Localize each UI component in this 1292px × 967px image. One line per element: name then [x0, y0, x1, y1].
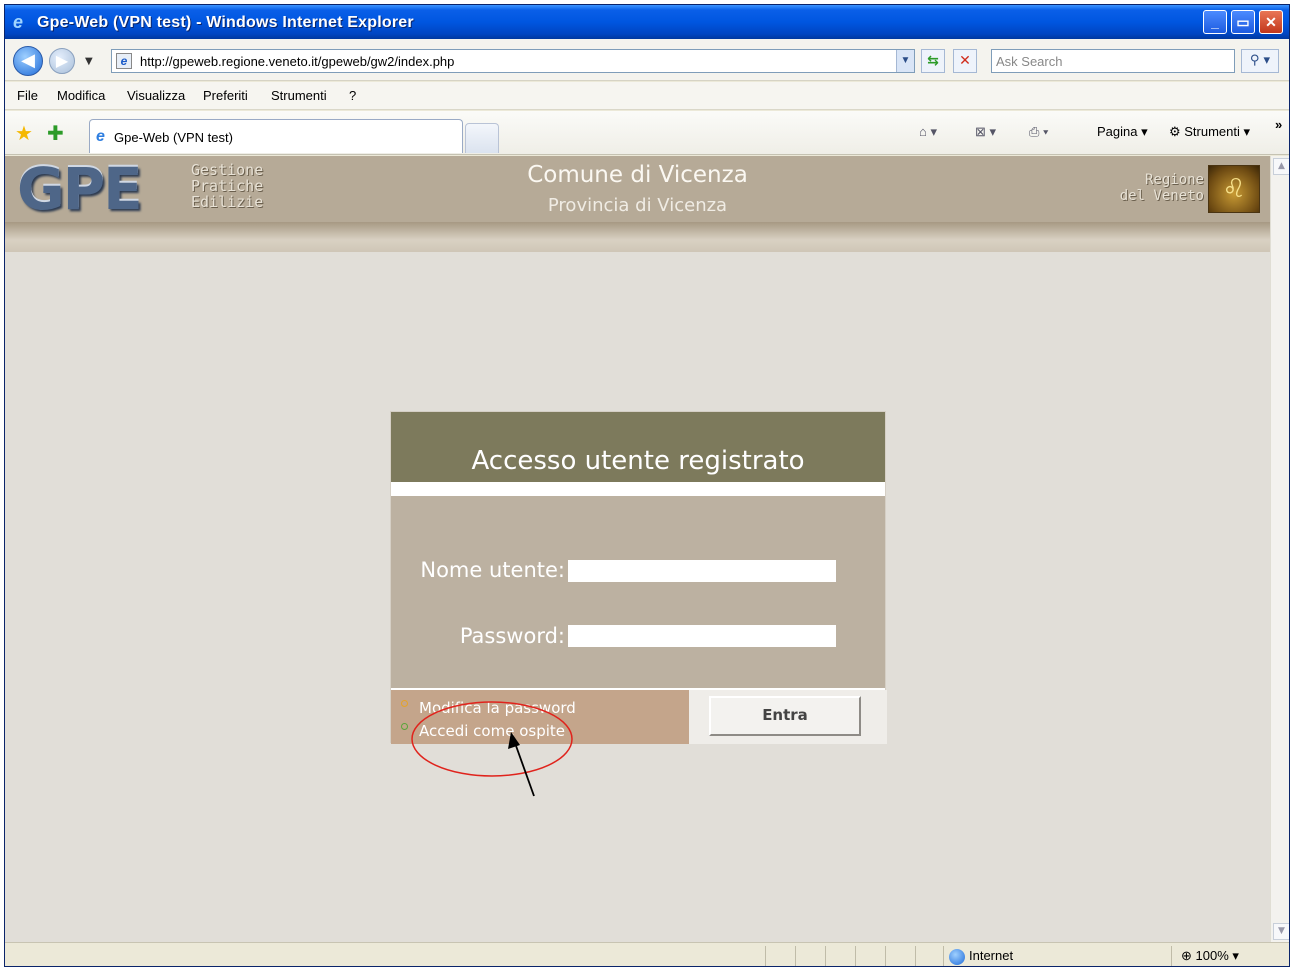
- regione-line: Regione: [1144, 172, 1204, 188]
- window-title: Gpe-Web (VPN test) - Windows Internet Ex…: [37, 14, 414, 31]
- veneto-lion-emblem-icon: ♌: [1208, 165, 1260, 213]
- globe-icon: [949, 948, 965, 965]
- login-panel: Accesso utente registrato Nome utente: P…: [390, 411, 887, 744]
- bullet-icon: [401, 700, 408, 707]
- menu-bar: File Modifica Visualizza Preferiti Strum…: [5, 82, 1289, 110]
- login-form: Nome utente: Password:: [391, 496, 885, 688]
- menu-help[interactable]: ?: [349, 88, 356, 103]
- refresh-button[interactable]: ⇆: [921, 49, 945, 73]
- change-password-link[interactable]: Modifica la password: [419, 699, 576, 717]
- add-favorite-icon[interactable]: ✚: [47, 121, 64, 146]
- maximize-button[interactable]: ▭: [1231, 10, 1255, 34]
- zoom-dropdown[interactable]: ▾: [1232, 948, 1239, 963]
- status-divider: [825, 946, 826, 966]
- close-button[interactable]: ✕: [1259, 10, 1283, 34]
- submit-area: Entra: [689, 690, 887, 744]
- zoom-level: 100%: [1195, 948, 1229, 963]
- username-input[interactable]: [568, 560, 836, 582]
- home-button[interactable]: ⌂ ▾: [919, 124, 937, 140]
- regione-logo-text: Regione del Veneto: [1120, 172, 1204, 204]
- minimize-button[interactable]: _: [1203, 10, 1227, 34]
- forward-button[interactable]: ▶: [49, 48, 75, 74]
- title-bar: e Gpe-Web (VPN test) - Windows Internet …: [5, 5, 1289, 39]
- back-button[interactable]: ◀: [13, 46, 43, 76]
- status-divider: [915, 946, 916, 966]
- status-divider: [943, 946, 944, 966]
- favorites-star-icon[interactable]: ★: [15, 121, 33, 146]
- password-input[interactable]: [568, 625, 836, 647]
- zoom-control[interactable]: ⊕ 100% ▾: [1181, 948, 1239, 964]
- login-submit-button[interactable]: Entra: [709, 696, 861, 736]
- menu-strumenti[interactable]: Strumenti: [271, 88, 327, 103]
- page-icon: e: [116, 53, 132, 69]
- address-bar[interactable]: e http://gpeweb.regione.veneto.it/gpeweb…: [111, 49, 915, 73]
- tab-bar: ★ ✚ e Gpe-Web (VPN test) ⌂ ▾ ⊠ ▾ ⎙ ▾ Pag…: [5, 111, 1289, 155]
- address-dropdown-button[interactable]: ▼: [896, 50, 914, 72]
- login-heading: Accesso utente registrato: [391, 412, 885, 482]
- regione-line: del Veneto: [1119, 188, 1204, 204]
- scroll-down-button[interactable]: ▼: [1273, 923, 1289, 940]
- login-footer: Modifica la password Accedi come ospite …: [391, 690, 887, 744]
- password-label: Password:: [459, 624, 565, 648]
- status-divider: [1171, 946, 1172, 966]
- new-tab-button[interactable]: [465, 123, 499, 153]
- status-divider: [765, 946, 766, 966]
- site-header: GPE Gestione Pratiche Edilizie Comune di…: [5, 156, 1270, 222]
- username-label: Nome utente:: [420, 558, 565, 582]
- browser-window: e Gpe-Web (VPN test) - Windows Internet …: [4, 4, 1290, 967]
- navigation-bar: ◀ ▶ ▼ e http://gpeweb.regione.veneto.it/…: [5, 39, 1289, 81]
- status-bar: Internet ⊕ 100% ▾: [5, 942, 1289, 966]
- header-band: [5, 222, 1270, 252]
- pagina-menu[interactable]: Pagina ▾: [1097, 124, 1148, 140]
- more-commands-chevron[interactable]: »: [1275, 117, 1282, 132]
- print-button[interactable]: ⎙ ▾: [1029, 124, 1048, 140]
- zone-label: Internet: [969, 948, 1014, 963]
- ie-logo-icon: e: [13, 12, 24, 32]
- recent-pages-dropdown[interactable]: ▼: [85, 56, 93, 67]
- strumenti-menu[interactable]: ⚙ Strumenti ▾: [1169, 124, 1250, 140]
- scroll-up-button[interactable]: ▲: [1273, 158, 1289, 175]
- address-url[interactable]: http://gpeweb.regione.veneto.it/gpeweb/g…: [140, 54, 454, 69]
- status-divider: [885, 946, 886, 966]
- menu-preferiti[interactable]: Preferiti: [203, 88, 248, 103]
- tab-ie-icon: e: [96, 128, 105, 145]
- menu-visualizza[interactable]: Visualizza: [127, 88, 185, 103]
- menu-file[interactable]: File: [17, 88, 38, 103]
- stop-button[interactable]: ✕: [953, 49, 977, 73]
- provincia-subtitle: Provincia di Vicenza: [547, 195, 728, 216]
- menu-modifica[interactable]: Modifica: [57, 88, 105, 103]
- guest-access-link[interactable]: Accedi come ospite: [419, 722, 565, 740]
- search-button[interactable]: ⚲ ▾: [1241, 49, 1279, 73]
- search-input[interactable]: Ask Search: [991, 49, 1235, 73]
- status-divider: [795, 946, 796, 966]
- tab-title: Gpe-Web (VPN test): [114, 130, 233, 145]
- vertical-scrollbar[interactable]: ▲ ▼: [1270, 156, 1289, 942]
- feeds-button[interactable]: ⊠ ▾: [975, 124, 996, 140]
- comune-title: Comune di Vicenza: [527, 162, 748, 188]
- tab-gpe-web[interactable]: e Gpe-Web (VPN test): [89, 119, 463, 153]
- security-zone: Internet: [949, 948, 1013, 965]
- status-divider: [855, 946, 856, 966]
- annotation-arrow-line: [514, 742, 535, 797]
- page-viewport: GPE Gestione Pratiche Edilizie Comune di…: [5, 156, 1270, 942]
- bullet-icon: [401, 723, 408, 730]
